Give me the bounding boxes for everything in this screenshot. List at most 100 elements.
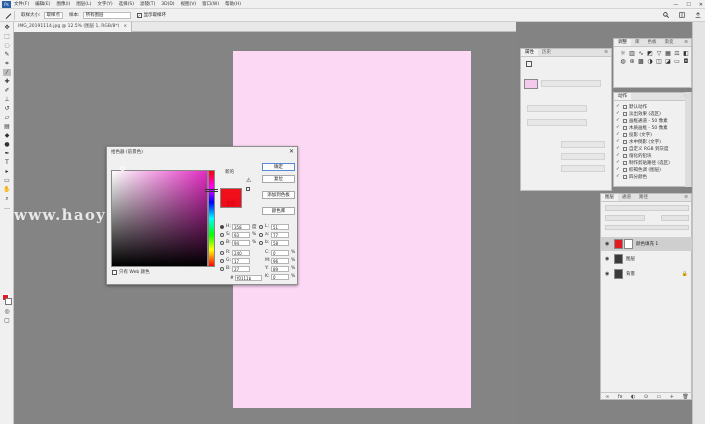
visibility-eye-icon[interactable]: ◉ [605, 256, 611, 262]
screen-mode-icon[interactable]: ▢ [3, 317, 11, 324]
only-web-colors-option[interactable]: 只有 Web 颜色 [112, 269, 150, 275]
close-icon[interactable]: ✕ [699, 2, 703, 8]
action-item[interactable]: ✓ 淡出效果 (选区) [616, 110, 690, 117]
layer-filter-bar[interactable] [605, 205, 689, 211]
blend-mode-dropdown[interactable] [605, 215, 645, 221]
menu-filter[interactable]: 滤镜(T) [140, 1, 155, 7]
photo-filter-icon[interactable]: ◍ [620, 59, 626, 65]
vibrance-icon[interactable]: ▽ [656, 51, 662, 57]
selective-color-icon[interactable]: ◘ [683, 59, 689, 65]
healing-brush-tool-icon[interactable]: ✚ [3, 78, 11, 85]
properties-button[interactable] [561, 141, 605, 148]
web-safe-cube-icon[interactable] [246, 187, 250, 191]
menu-type[interactable]: 文字(Y) [97, 1, 112, 7]
yellow-input[interactable]: 89 [271, 265, 289, 272]
layer-row[interactable]: ◉ 颜色填充 1 [601, 237, 693, 251]
add-to-swatches-button[interactable]: 添加到色板 [262, 191, 295, 199]
lab-b-input[interactable]: 58 [271, 239, 289, 246]
tab-properties[interactable]: 属性 [521, 49, 538, 56]
panel-menu-icon[interactable]: ≡ [684, 194, 688, 202]
cyan-input[interactable]: 0 [271, 249, 289, 256]
menu-select[interactable]: 选择(S) [119, 1, 134, 7]
add-mask-icon[interactable]: ◐ [631, 393, 635, 400]
blue-radio[interactable] [220, 266, 224, 271]
document-tab[interactable]: IMG_20191114.jpg @ 12.5% (图层 1, RGB/8*) … [14, 22, 133, 32]
lock-bar[interactable] [605, 225, 689, 230]
red-input[interactable]: 240 [232, 249, 250, 256]
tab-channels[interactable]: 通道 [618, 194, 635, 201]
shape-tool-icon[interactable]: ▭ [3, 177, 11, 184]
action-item[interactable]: ✓ 熔化的铅块 [616, 152, 690, 159]
type-tool-icon[interactable]: T [3, 159, 11, 166]
gradient-tool-icon[interactable]: ▤ [3, 123, 11, 130]
link-layers-icon[interactable]: ∞ [605, 393, 609, 400]
action-item[interactable]: ✓ 默认动作 [616, 103, 690, 110]
gradient-map-icon[interactable]: ▭ [674, 59, 680, 65]
blur-tool-icon[interactable]: ◆ [3, 132, 11, 139]
zoom-tool-icon[interactable]: ⌕ [3, 195, 11, 202]
adjustment-layer-icon[interactable]: ⊙ [644, 393, 648, 400]
channel-mixer-icon[interactable]: ⊛ [629, 59, 635, 65]
menu-edit[interactable]: 编辑(E) [35, 1, 50, 7]
brightness-radio[interactable] [220, 240, 224, 245]
menu-3d[interactable]: 3D(D) [161, 2, 174, 7]
curves-icon[interactable]: ∿ [638, 51, 644, 57]
menu-help[interactable]: 帮助(H) [225, 1, 241, 7]
hue-slider-handle[interactable] [205, 189, 218, 192]
path-select-tool-icon[interactable]: ▸ [3, 168, 11, 175]
invert-icon[interactable]: ◑ [647, 59, 653, 65]
close-icon[interactable]: ✕ [289, 148, 294, 155]
color-lookup-icon[interactable]: ▩ [638, 59, 644, 65]
sample-size-dropdown[interactable]: 取样点 [43, 11, 64, 19]
posterize-icon[interactable]: ◫ [656, 59, 662, 65]
action-item[interactable]: ✓ 棕褐色调 (图层) [616, 166, 690, 173]
lasso-tool-icon[interactable]: ◌ [3, 42, 11, 49]
dodge-tool-icon[interactable]: ● [3, 141, 11, 148]
layer-row[interactable]: ◉ 背景 🔒 [601, 267, 693, 281]
ok-button[interactable]: 确定 [262, 163, 295, 171]
color-field[interactable] [111, 170, 208, 267]
tab-gradients[interactable]: 渐变 [661, 39, 678, 46]
action-item[interactable]: ✓ 木质画框 - 50 像素 [616, 124, 690, 131]
new-layer-icon[interactable]: + [670, 393, 674, 400]
action-item[interactable]: ✓ 水中倒影 (文字) [616, 138, 690, 145]
maximize-icon[interactable]: ☐ [686, 2, 690, 8]
levels-icon[interactable]: ▥ [629, 51, 635, 57]
hue-input[interactable]: 358 [232, 223, 250, 230]
properties-button[interactable] [561, 153, 605, 160]
quick-mask-icon[interactable]: ◎ [3, 308, 11, 315]
sampling-ring-checkbox[interactable]: ✓ [136, 12, 142, 18]
search-icon[interactable] [663, 12, 669, 18]
eraser-tool-icon[interactable]: ▱ [3, 114, 11, 121]
sample-dropdown[interactable]: 所有图层 [82, 11, 131, 19]
group-icon[interactable]: ▭ [657, 393, 662, 400]
history-brush-tool-icon[interactable]: ↺ [3, 105, 11, 112]
delete-layer-icon[interactable]: 🗑 [682, 393, 688, 400]
reset-button[interactable]: 复位 [262, 175, 295, 183]
only-web-colors-checkbox[interactable] [112, 269, 117, 275]
blue-input[interactable]: 27 [232, 265, 250, 272]
crop-tool-icon[interactable]: ⌗ [3, 60, 11, 67]
menu-view[interactable]: 视图(V) [181, 1, 197, 7]
move-tool-icon[interactable]: ✥ [3, 24, 11, 31]
magenta-input[interactable]: 96 [271, 257, 289, 264]
properties-button[interactable] [561, 165, 605, 172]
hand-tool-icon[interactable]: ✋ [3, 186, 11, 193]
color-field-picker-ring[interactable] [120, 166, 125, 171]
red-radio[interactable] [220, 250, 224, 255]
eyedropper-tool-preset[interactable] [3, 10, 15, 20]
share-icon[interactable] [695, 12, 701, 18]
tab-libraries[interactable]: 库 [631, 39, 644, 46]
actions-scrollbar[interactable] [685, 92, 691, 187]
eyedropper-tool-icon[interactable]: ⁄ [3, 69, 11, 76]
lab-l-radio[interactable] [259, 224, 263, 229]
green-radio[interactable] [220, 258, 224, 263]
lab-b-radio[interactable] [259, 240, 263, 245]
more-tools-icon[interactable]: … [3, 204, 11, 211]
tab-paths[interactable]: 路径 [635, 194, 652, 201]
tab-actions[interactable]: 动作 [614, 93, 631, 100]
visibility-eye-icon[interactable]: ◉ [605, 241, 611, 247]
brush-tool-icon[interactable]: ✐ [3, 87, 11, 94]
lab-a-radio[interactable] [259, 232, 263, 237]
tab-swatches[interactable]: 色板 [644, 39, 661, 46]
